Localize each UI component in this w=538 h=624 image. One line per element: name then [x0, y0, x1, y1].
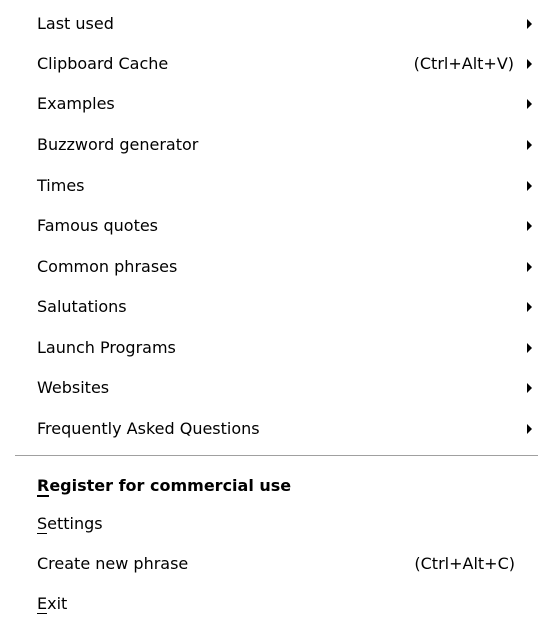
- menu-item-launch-programs[interactable]: Launch Programs: [0, 328, 538, 368]
- menu-item-examples[interactable]: Examples: [0, 84, 538, 124]
- submenu-arrow-icon: [527, 424, 532, 434]
- menu-item-buzzword-generator[interactable]: Buzzword generator: [0, 125, 538, 165]
- menu-item-label: Launch Programs: [37, 338, 176, 357]
- menu-item-label: Salutations: [37, 297, 127, 316]
- submenu-arrow-icon: [527, 140, 532, 150]
- submenu-arrow-icon: [527, 59, 532, 69]
- menu-item-settings[interactable]: Settings: [0, 504, 538, 544]
- menu-item-last-used[interactable]: Last used: [0, 4, 538, 44]
- menu-item-label: Settings: [37, 514, 103, 533]
- menu-item-label: Times: [37, 176, 85, 195]
- menu-item-label: Last used: [37, 14, 114, 33]
- menu-item-label: Famous quotes: [37, 216, 159, 235]
- submenu-arrow-icon: [527, 262, 532, 272]
- menu-item-shortcut: (Ctrl+Alt+C): [414, 554, 515, 573]
- menu-item-shortcut: (Ctrl+Alt+V): [413, 54, 514, 73]
- menu-item-label: Buzzword generator: [37, 135, 199, 154]
- mnemonic-underline: [37, 533, 47, 534]
- menu-item-label: Common phrases: [37, 257, 178, 276]
- menu-item-register[interactable]: Register for commercial use: [0, 466, 538, 506]
- submenu-arrow-icon: [527, 302, 532, 312]
- menu-item-create-new-phrase[interactable]: Create new phrase (Ctrl+Alt+C): [0, 544, 538, 584]
- menu-item-websites[interactable]: Websites: [0, 368, 538, 408]
- mnemonic-underline: [37, 495, 49, 497]
- menu-item-famous-quotes[interactable]: Famous quotes: [0, 206, 538, 246]
- menu-item-label: Register for commercial use: [37, 476, 292, 495]
- menu-separator: [15, 455, 538, 457]
- submenu-arrow-icon: [527, 19, 532, 29]
- menu-item-label: Clipboard Cache: [37, 54, 169, 73]
- submenu-arrow-icon: [527, 343, 532, 353]
- menu-item-label: Examples: [37, 94, 115, 113]
- menu-item-times[interactable]: Times: [0, 166, 538, 206]
- menu-item-label: Frequently Asked Questions: [37, 419, 260, 438]
- submenu-arrow-icon: [527, 181, 532, 191]
- submenu-arrow-icon: [527, 383, 532, 393]
- menu-item-salutations[interactable]: Salutations: [0, 287, 538, 327]
- menu-item-label: Create new phrase: [37, 554, 189, 573]
- menu-item-common-phrases[interactable]: Common phrases: [0, 247, 538, 287]
- mnemonic-underline: [37, 613, 47, 614]
- menu-item-faq[interactable]: Frequently Asked Questions: [0, 409, 538, 449]
- menu-item-label: Websites: [37, 378, 110, 397]
- menu-item-exit[interactable]: Exit: [0, 584, 538, 624]
- submenu-arrow-icon: [527, 99, 532, 109]
- submenu-arrow-icon: [527, 221, 532, 231]
- context-menu: Last used Clipboard Cache (Ctrl+Alt+V) E…: [0, 0, 538, 623]
- menu-item-label: Exit: [37, 594, 68, 613]
- menu-item-clipboard-cache[interactable]: Clipboard Cache (Ctrl+Alt+V): [0, 44, 538, 84]
